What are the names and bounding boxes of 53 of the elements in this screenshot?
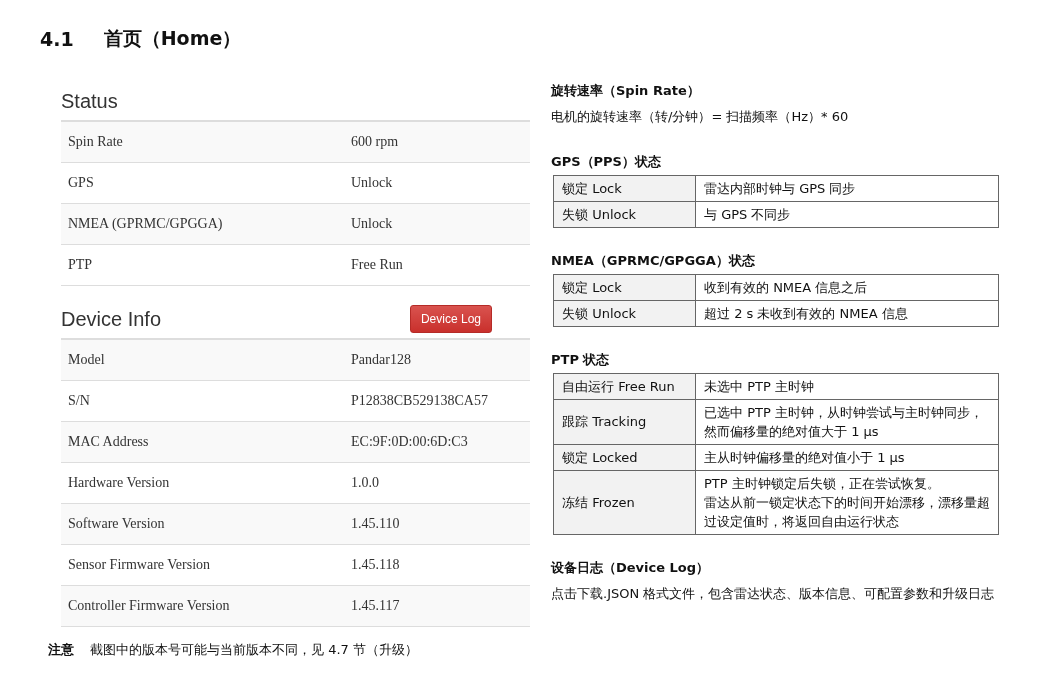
description-text: 超过 2 s 未收到有效的 NMEA 信息 (704, 305, 909, 323)
field-label: S/N (67, 393, 91, 409)
description-text: 雷达从前一锁定状态下的时间开始漂移，漂移量超过设定值时，将返回自由运行状态 (704, 494, 990, 531)
description-text: 未选中 PTP 主时钟 (704, 378, 815, 396)
description-text: 主从时钟偏移量的绝对值小于 1 µs (704, 449, 906, 467)
field-value: Free Run (350, 257, 403, 273)
field-label: Controller Firmware Version (67, 598, 231, 614)
field-value: 1.45.118 (350, 557, 400, 573)
field-value: Unlock (350, 216, 393, 232)
state-cell: 锁定 Lock (554, 176, 696, 201)
subsection-title: PTP 状态 (551, 351, 611, 369)
state-cell: 跟踪 Tracking (554, 400, 696, 444)
field-value: Unlock (350, 175, 393, 191)
description-text: 收到有效的 NMEA 信息之后 (704, 279, 869, 297)
field-label: PTP (67, 257, 94, 273)
state-cell: 冻结 Frozen (554, 471, 696, 534)
state-cell: 锁定 Lock (554, 275, 696, 300)
field-label: Spin Rate (67, 134, 124, 150)
subsection-title: 旋转速率（Spin Rate） (551, 82, 701, 100)
description-text: 与 GPS 不同步 (704, 206, 792, 224)
paragraph: 电机的旋转速率（转/分钟）= 扫描频率（Hz）* 60 (551, 108, 850, 126)
description-text: 雷达内部时钟与 GPS 同步 (704, 180, 857, 198)
panel-title: Device Info (61, 307, 162, 331)
field-value: EC:9F:0D:00:6D:C3 (350, 434, 468, 450)
section-title: 首页（Home） (103, 26, 242, 51)
note-text: 截图中的版本号可能与当前版本不同，见 4.7 节（升级） (90, 641, 418, 659)
field-label: NMEA (GPRMC/GPGGA) (67, 216, 224, 232)
field-value: 600 rpm (350, 134, 399, 150)
state-cell: 自由运行 Free Run (554, 374, 696, 399)
field-label: Software Version (67, 516, 166, 532)
field-label: Sensor Firmware Version (67, 557, 212, 573)
panel-title: Status (61, 89, 118, 113)
note-label: 注意 (48, 641, 74, 659)
subsection-title: 设备日志（Device Log） (551, 559, 711, 577)
description-text: 已选中 PTP 主时钟，从时钟尝试与主时钟同步，然而偏移量的绝对值大于 1 µs (704, 404, 984, 441)
field-value: 1.45.110 (350, 516, 400, 532)
subsection-title: NMEA（GPRMC/GPGGA）状态 (551, 252, 756, 270)
field-label: Hardware Version (67, 475, 171, 491)
field-value: P12838CB529138CA57 (350, 393, 488, 409)
field-label: MAC Address (67, 434, 150, 450)
state-cell: 锁定 Locked (554, 445, 696, 470)
state-cell: 失锁 Unlock (554, 301, 696, 326)
field-value: 1.45.117 (350, 598, 400, 614)
subsection-title: GPS（PPS）状态 (551, 153, 662, 171)
state-cell: 失锁 Unlock (554, 202, 696, 227)
device-log-button[interactable]: Device Log (409, 305, 492, 333)
field-label: GPS (67, 175, 95, 191)
paragraph: 点击下载.JSON 格式文件，包含雷达状态、版本信息、可配置参数和升级日志 (551, 585, 996, 603)
field-value: Pandar128 (350, 352, 411, 368)
section-number: 4.1 (40, 28, 74, 50)
field-label: Model (67, 352, 106, 368)
description-text: PTP 主时钟锁定后失锁，正在尝试恢复。 (704, 475, 941, 493)
field-value: 1.0.0 (350, 475, 379, 491)
